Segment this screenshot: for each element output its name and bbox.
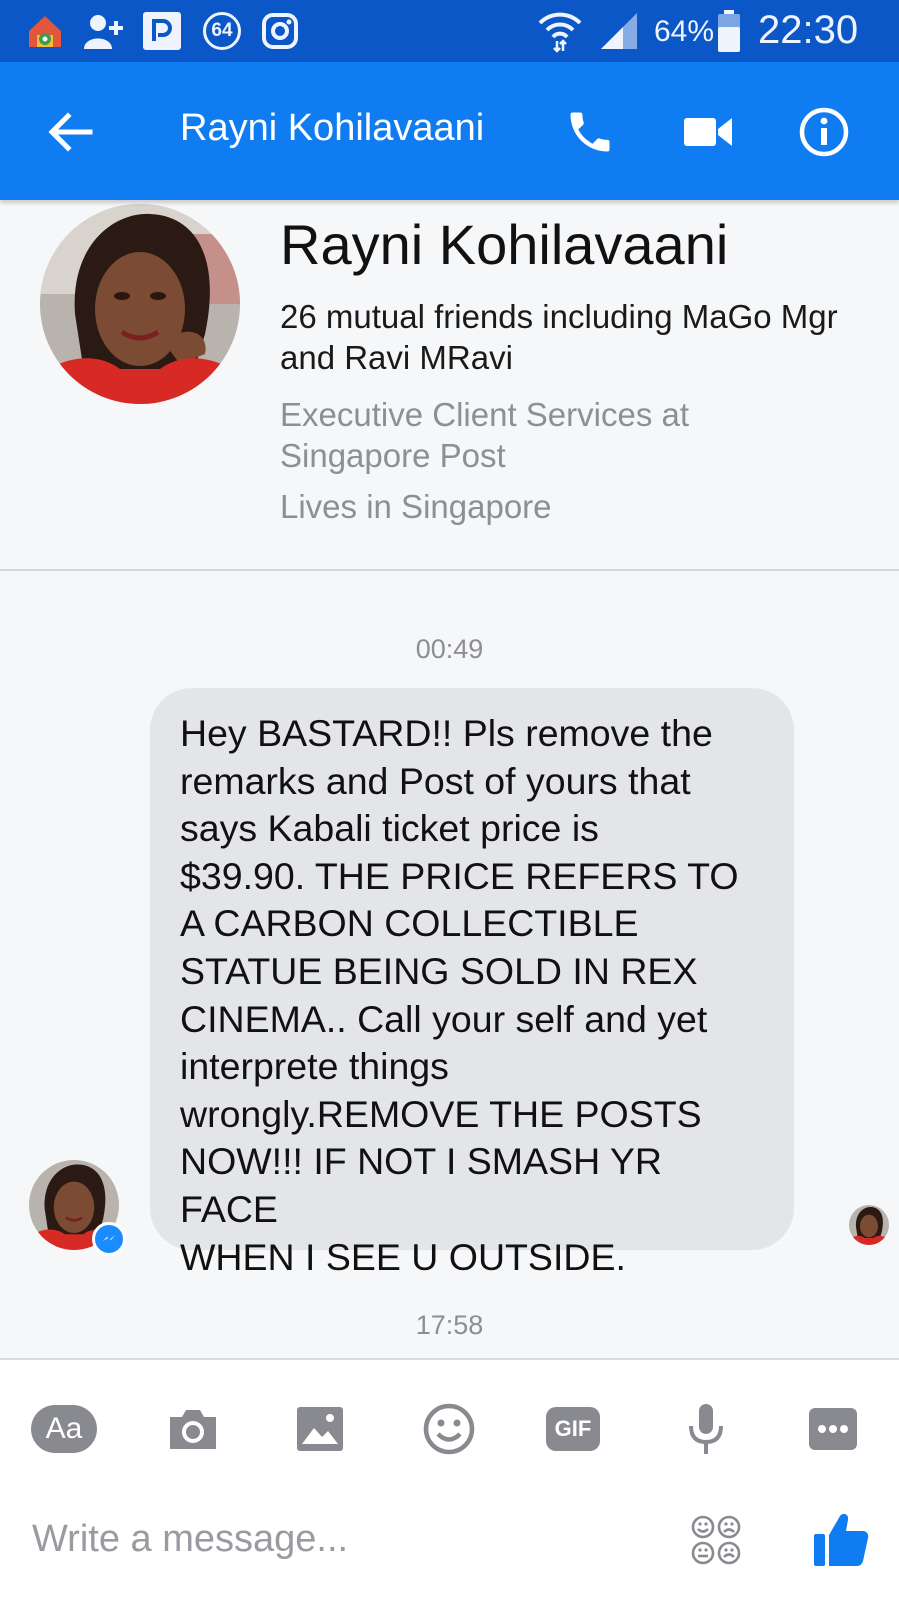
- incoming-message-bubble[interactable]: Hey BASTARD!! Pls remove the remarks and…: [150, 688, 794, 1278]
- conversation-title[interactable]: Rayni Kohilavaani: [180, 107, 484, 150]
- contact-profile-header: Rayni Kohilavaani 26 mutual friends incl…: [0, 200, 899, 571]
- message-timestamp: 00:49: [415, 634, 484, 664]
- camera-button[interactable]: [158, 1394, 228, 1464]
- thumbs-up-icon: [814, 1513, 869, 1566]
- status-bar: 64 64% 22:30: [0, 0, 899, 62]
- next-message-timestamp: 17:58: [415, 1310, 484, 1340]
- app-p-notification-icon: [141, 10, 183, 52]
- wifi-icon: [536, 10, 584, 53]
- messenger-badge-icon: [92, 1222, 126, 1256]
- microphone-button[interactable]: [671, 1394, 741, 1464]
- clock: 22:30: [758, 8, 859, 52]
- message-composer: Aa GIF: [0, 1358, 899, 1601]
- arrow-left-icon: [48, 112, 93, 152]
- notification-count-badge: 64: [200, 10, 244, 52]
- video-call-button[interactable]: [666, 90, 750, 174]
- smiley-icon: [423, 1403, 475, 1455]
- signal-icon: [598, 10, 640, 52]
- emoji-button[interactable]: [414, 1394, 484, 1464]
- contact-avatar[interactable]: [40, 204, 240, 404]
- seen-indicator-avatar: [849, 1205, 889, 1245]
- sticker-button[interactable]: [686, 1510, 746, 1570]
- contact-name: Rayni Kohilavaani: [280, 213, 729, 276]
- add-friend-notification-icon: [82, 10, 126, 52]
- voice-call-button[interactable]: [548, 90, 632, 174]
- contact-work-info: Executive Client Services at Singapore P…: [280, 396, 690, 474]
- app-notification-icon: [24, 10, 66, 52]
- text-format-button[interactable]: Aa: [30, 1394, 98, 1464]
- battery-icon: [716, 10, 742, 52]
- conversation-header: Rayni Kohilavaani: [0, 62, 899, 200]
- image-icon: [297, 1407, 343, 1451]
- more-icon: [809, 1408, 857, 1450]
- like-button[interactable]: [806, 1506, 876, 1572]
- microphone-icon: [689, 1404, 723, 1454]
- battery-percentage: 64%: [654, 15, 715, 48]
- contact-location-info: Lives in Singapore: [280, 488, 552, 525]
- message-input[interactable]: [30, 1508, 654, 1570]
- back-button[interactable]: [28, 90, 112, 174]
- conversation-info-button[interactable]: [782, 90, 866, 174]
- instagram-icon: [260, 10, 300, 52]
- more-button[interactable]: [798, 1394, 868, 1464]
- phone-icon: [570, 112, 610, 152]
- info-icon: [799, 107, 849, 157]
- gallery-button[interactable]: [285, 1394, 355, 1464]
- camera-icon: [170, 1410, 216, 1449]
- video-camera-icon: [684, 118, 732, 146]
- sticker-faces-icon: [691, 1515, 741, 1565]
- mutual-friends-text: 26 mutual friends including MaGo Mgr and…: [280, 298, 838, 376]
- gif-button[interactable]: GIF: [542, 1394, 604, 1464]
